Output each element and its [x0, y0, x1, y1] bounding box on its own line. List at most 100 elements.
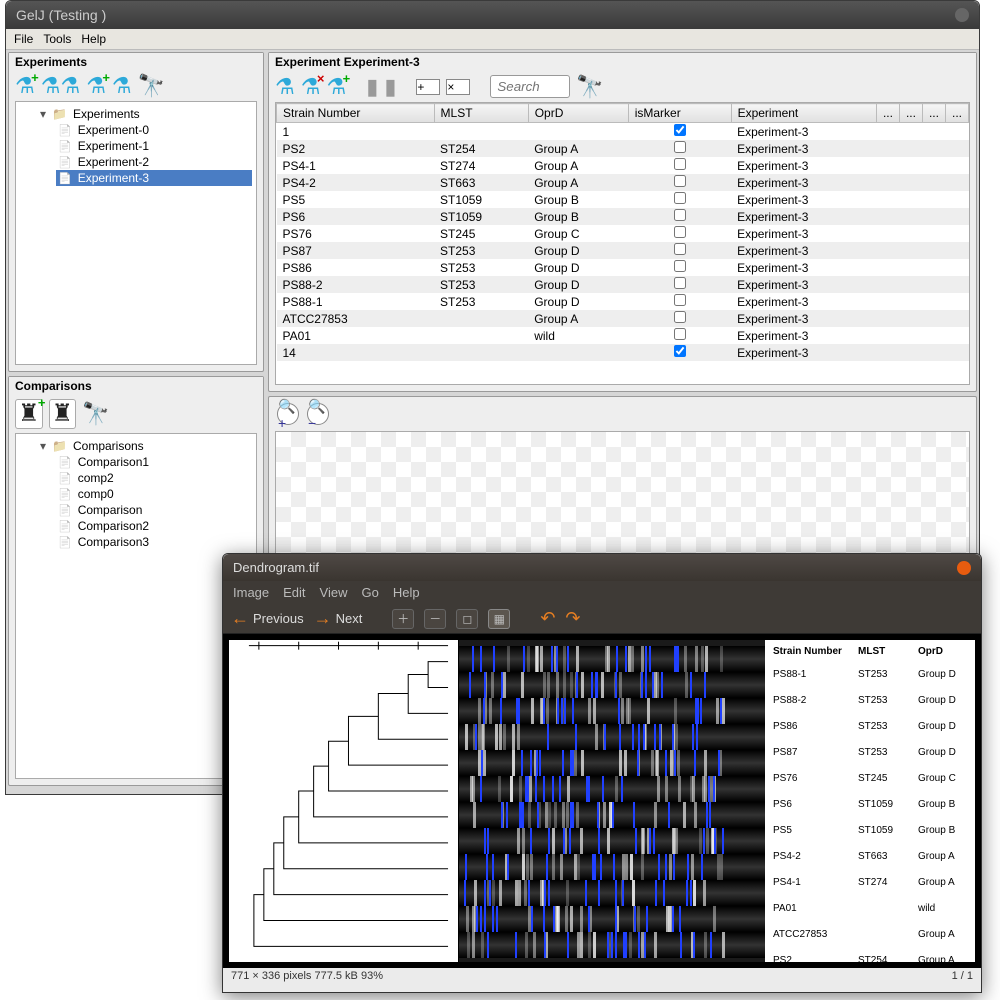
- table-row[interactable]: PS4-2ST663Group AExperiment-3: [277, 174, 969, 191]
- experiments-panel: Experiments ⚗+ ⚗⚗ ⚗+ ⚗ 🔭 Experiments Exp…: [8, 52, 264, 372]
- marker-checkbox[interactable]: [674, 226, 686, 238]
- col-strain[interactable]: Strain Number: [277, 104, 435, 123]
- marker-checkbox[interactable]: [674, 311, 686, 323]
- table-row[interactable]: PS76ST245Group CExperiment-3: [277, 225, 969, 242]
- table-row[interactable]: PS88-1ST253Group DExperiment-3: [277, 293, 969, 310]
- fit1-icon[interactable]: ◻: [456, 609, 478, 629]
- viewer-titlebar[interactable]: Dendrogram.tif: [223, 554, 981, 581]
- prev-button[interactable]: ←Previous: [231, 608, 304, 629]
- vmenu-edit[interactable]: Edit: [283, 585, 305, 600]
- table-row[interactable]: PS4-1ST274Group AExperiment-3: [277, 157, 969, 174]
- viewer-row: PS76ST245Group C: [773, 765, 967, 791]
- comparison-item[interactable]: Comparison3: [56, 534, 252, 550]
- viewer-close-icon[interactable]: [957, 561, 971, 575]
- vmenu-go[interactable]: Go: [362, 585, 379, 600]
- binoculars2-icon[interactable]: 🔭: [82, 403, 109, 425]
- menubar: File Tools Help: [6, 29, 979, 50]
- marker-checkbox[interactable]: [674, 277, 686, 289]
- menu-help[interactable]: Help: [81, 32, 106, 46]
- comparisons-tree[interactable]: Comparisons Comparison1comp2comp0Compari…: [15, 433, 257, 779]
- delete-flask-icon[interactable]: ⚗×: [301, 76, 321, 98]
- comparison-item[interactable]: comp2: [56, 470, 252, 486]
- menu-tools[interactable]: Tools: [43, 32, 71, 46]
- col-ex4[interactable]: ...: [945, 104, 968, 123]
- col-ex1[interactable]: ...: [876, 104, 899, 123]
- gray-tool2-icon[interactable]: ▮: [384, 76, 396, 98]
- edit-flask3-icon[interactable]: ⚗: [275, 76, 295, 98]
- marker-checkbox[interactable]: [674, 209, 686, 221]
- vmenu-image[interactable]: Image: [233, 585, 269, 600]
- add-flask2-icon[interactable]: ⚗+: [86, 75, 106, 97]
- gray-tool1-icon[interactable]: ▮: [366, 76, 378, 98]
- binoculars-icon[interactable]: 🔭: [138, 75, 165, 97]
- zoom-bar: 🔍+ 🔍−: [269, 397, 976, 431]
- status-right: 1 / 1: [952, 970, 973, 982]
- comparison-item[interactable]: Comparison: [56, 502, 252, 518]
- col-oprd[interactable]: OprD: [528, 104, 628, 123]
- zoom-in2-icon[interactable]: ＋: [392, 609, 414, 629]
- add-dendro-icon[interactable]: ♜+: [15, 399, 43, 429]
- marker-checkbox[interactable]: [674, 158, 686, 170]
- col-mlst[interactable]: MLST: [434, 104, 528, 123]
- table-row[interactable]: 1Experiment-3: [277, 123, 969, 141]
- strain-table[interactable]: Strain Number MLST OprD isMarker Experim…: [275, 102, 970, 385]
- col-ex2[interactable]: ...: [899, 104, 922, 123]
- dendro-icon[interactable]: ♜: [49, 399, 77, 429]
- experiment-item[interactable]: Experiment-3: [56, 170, 252, 186]
- experiment-item[interactable]: Experiment-0: [56, 122, 252, 138]
- experiment-item[interactable]: Experiment-1: [56, 138, 252, 154]
- zoom-in-icon[interactable]: 🔍+: [277, 403, 299, 425]
- table-row[interactable]: PS88-2ST253Group DExperiment-3: [277, 276, 969, 293]
- menu-file[interactable]: File: [14, 32, 33, 46]
- table-row[interactable]: PS87ST253Group DExperiment-3: [277, 242, 969, 259]
- comparisons-root[interactable]: Comparisons: [38, 438, 252, 454]
- fit-grid-icon[interactable]: ▦: [488, 609, 510, 629]
- edit-flask-icon[interactable]: ⚗: [112, 75, 132, 97]
- comparison-item[interactable]: Comparison2: [56, 518, 252, 534]
- marker-checkbox[interactable]: [674, 328, 686, 340]
- viewer-row: PS6ST1059Group B: [773, 791, 967, 817]
- add-rect-icon[interactable]: +: [416, 79, 440, 95]
- status-left: 771 × 336 pixels 777.5 kB 93%: [231, 970, 383, 982]
- col-marker[interactable]: isMarker: [628, 104, 731, 123]
- marker-checkbox[interactable]: [674, 124, 686, 136]
- table-row[interactable]: 14Experiment-3: [277, 344, 969, 361]
- marker-checkbox[interactable]: [674, 243, 686, 255]
- rotate-left-icon[interactable]: ↶: [540, 608, 555, 629]
- table-row[interactable]: ATCC27853Group AExperiment-3: [277, 310, 969, 327]
- vmenu-help[interactable]: Help: [393, 585, 420, 600]
- zoom-out2-icon[interactable]: －: [424, 609, 446, 629]
- titlebar[interactable]: GelJ (Testing ): [6, 1, 979, 29]
- col-ex3[interactable]: ...: [922, 104, 945, 123]
- rotate-right-icon[interactable]: ↷: [565, 608, 580, 629]
- table-row[interactable]: PA01wildExperiment-3: [277, 327, 969, 344]
- search-input[interactable]: [490, 75, 570, 98]
- zoom-out-icon[interactable]: 🔍−: [307, 403, 329, 425]
- add-flask3-icon[interactable]: ⚗+: [326, 76, 346, 98]
- comparison-item[interactable]: comp0: [56, 486, 252, 502]
- viewer-row: PS2ST254Group A: [773, 947, 967, 962]
- marker-checkbox[interactable]: [674, 345, 686, 357]
- next-button[interactable]: →Next: [314, 608, 363, 629]
- marker-checkbox[interactable]: [674, 192, 686, 204]
- experiment-item[interactable]: Experiment-2: [56, 154, 252, 170]
- marker-checkbox[interactable]: [674, 260, 686, 272]
- table-row[interactable]: PS6ST1059Group BExperiment-3: [277, 208, 969, 225]
- marker-checkbox[interactable]: [674, 294, 686, 306]
- experiments-root[interactable]: Experiments: [38, 106, 252, 122]
- table-row[interactable]: PS86ST253Group DExperiment-3: [277, 259, 969, 276]
- del-rect-icon[interactable]: ×: [446, 79, 470, 95]
- table-row[interactable]: PS2ST254Group AExperiment-3: [277, 140, 969, 157]
- col-exp[interactable]: Experiment: [731, 104, 876, 123]
- marker-checkbox[interactable]: [674, 175, 686, 187]
- table-row[interactable]: PS5ST1059Group BExperiment-3: [277, 191, 969, 208]
- add-flask-icon[interactable]: ⚗+: [15, 75, 35, 97]
- vmenu-view[interactable]: View: [320, 585, 348, 600]
- binoculars3-icon[interactable]: 🔭: [576, 76, 603, 98]
- experiments-tree[interactable]: Experiments Experiment-0Experiment-1Expe…: [15, 101, 257, 365]
- comparison-item[interactable]: Comparison1: [56, 454, 252, 470]
- close-icon[interactable]: [955, 8, 969, 22]
- marker-checkbox[interactable]: [674, 141, 686, 153]
- viewer-menubar: Image Edit View Go Help: [223, 581, 981, 604]
- flask-group-icon[interactable]: ⚗⚗: [41, 75, 80, 97]
